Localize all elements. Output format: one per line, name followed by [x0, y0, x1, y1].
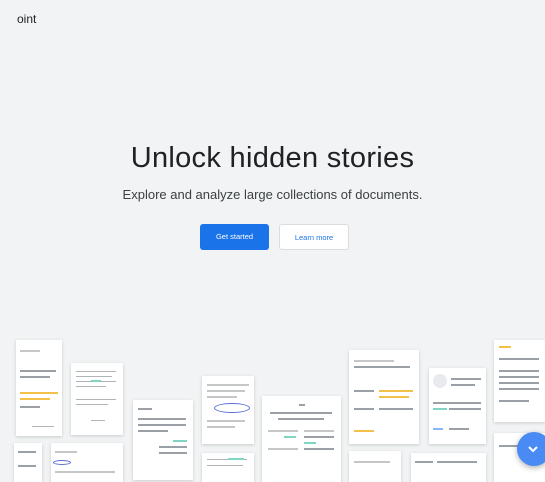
- get-started-button[interactable]: Get started: [200, 224, 269, 250]
- chevron-down-icon: [528, 446, 538, 453]
- learn-more-button[interactable]: Learn more: [279, 224, 349, 250]
- document-thumbnail: [16, 340, 62, 436]
- document-thumbnail: [202, 376, 254, 444]
- document-thumbnail: [14, 443, 42, 482]
- document-thumbnail: [429, 368, 486, 444]
- brand-name[interactable]: oint: [17, 12, 36, 26]
- document-thumbnail: [349, 350, 419, 444]
- document-thumbnail: [51, 443, 123, 482]
- document-thumbnail: [349, 451, 401, 482]
- hero-subtitle: Explore and analyze large collections of…: [122, 187, 423, 202]
- document-thumbnail: [262, 396, 341, 482]
- hero-title: Unlock hidden stories: [130, 142, 415, 174]
- document-thumbnail: [133, 400, 193, 480]
- scroll-down-button[interactable]: [517, 432, 545, 466]
- document-thumbnail: [494, 340, 545, 422]
- page-background: oint Unlock hidden stories Explore and a…: [0, 0, 545, 482]
- document-illustration: [0, 335, 545, 482]
- document-thumbnail: [71, 363, 123, 435]
- document-thumbnail: [202, 453, 254, 482]
- document-thumbnail: [411, 453, 486, 482]
